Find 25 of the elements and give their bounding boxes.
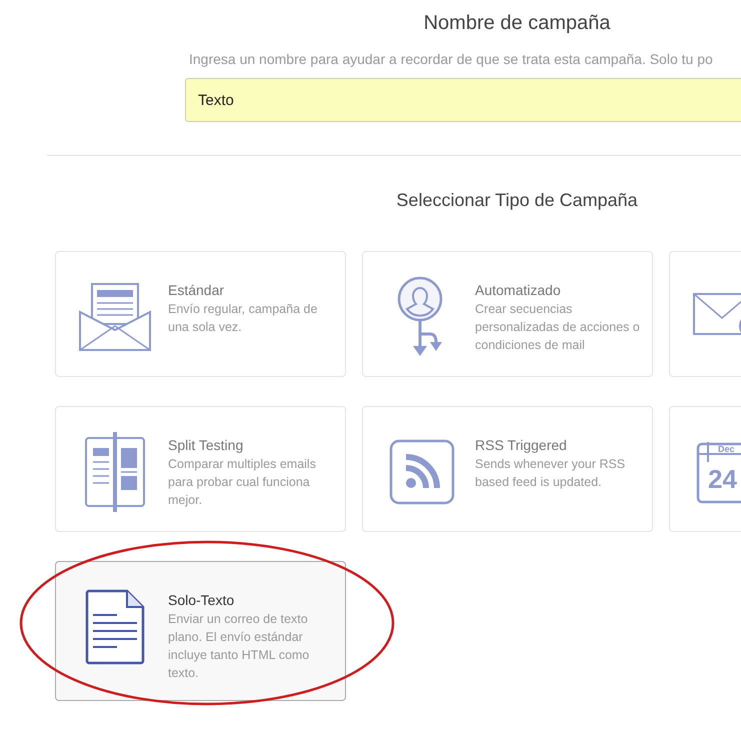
campaign-type-card[interactable]: Solo-Texto Enviar un correo de texto plano. El envío estándar incluye tanto HTML como texto.	[55, 561, 346, 701]
card-description: Crear secuencias personalizadas de acciones o condiciones de mail	[475, 301, 640, 354]
card-description: Envío regular, campaña de una sola vez.	[168, 301, 318, 336]
card-description: Enviar un correo de texto plano. El envío estándar incluye tanto HTML como texto.	[168, 611, 310, 682]
card-title: Split Testing	[168, 436, 244, 455]
card-title: Solo-Texto	[168, 591, 236, 610]
card-title: RSS Triggered	[475, 436, 568, 455]
card-title: Automatizado	[475, 281, 562, 300]
campaign-type-card[interactable]: Dec 24	[669, 406, 741, 532]
document-icon	[85, 589, 145, 665]
section-title: Nombre de campaña	[422, 11, 612, 36]
card-description: Comparar multiples emails para probar cual funciona mejor.	[168, 456, 317, 509]
section-description: Ingresa un nombre para ayudar a recordar de que se trata esta campaña. Solo tu po	[189, 50, 714, 69]
rss-icon	[389, 439, 455, 505]
campaign-type-card[interactable]: Automatizado Crear secuencias personalizadas de acciones o condiciones de mail	[362, 251, 653, 377]
envelope-icon	[78, 282, 152, 352]
campaign-name-field[interactable]: Texto	[185, 78, 741, 122]
campaign-type-card[interactable]: Estándar Envío regular, campaña de una sola vez.	[55, 251, 346, 377]
card-description: Sends whenever your RSS based feed is updated.	[475, 456, 626, 491]
calendar-icon: Dec 24	[696, 440, 741, 504]
card-title: Estándar	[168, 281, 226, 300]
campaign-type-card[interactable]: Split Testing Comparar multiples emails para probar cual funciona mejor.	[55, 406, 346, 532]
campaign-type-card[interactable]: RSS Triggered Sends whenever your RSS based feed is updated.	[362, 406, 653, 532]
section-title: Seleccionar Tipo de Campaña	[395, 189, 639, 212]
split-layout-icon	[84, 432, 146, 512]
